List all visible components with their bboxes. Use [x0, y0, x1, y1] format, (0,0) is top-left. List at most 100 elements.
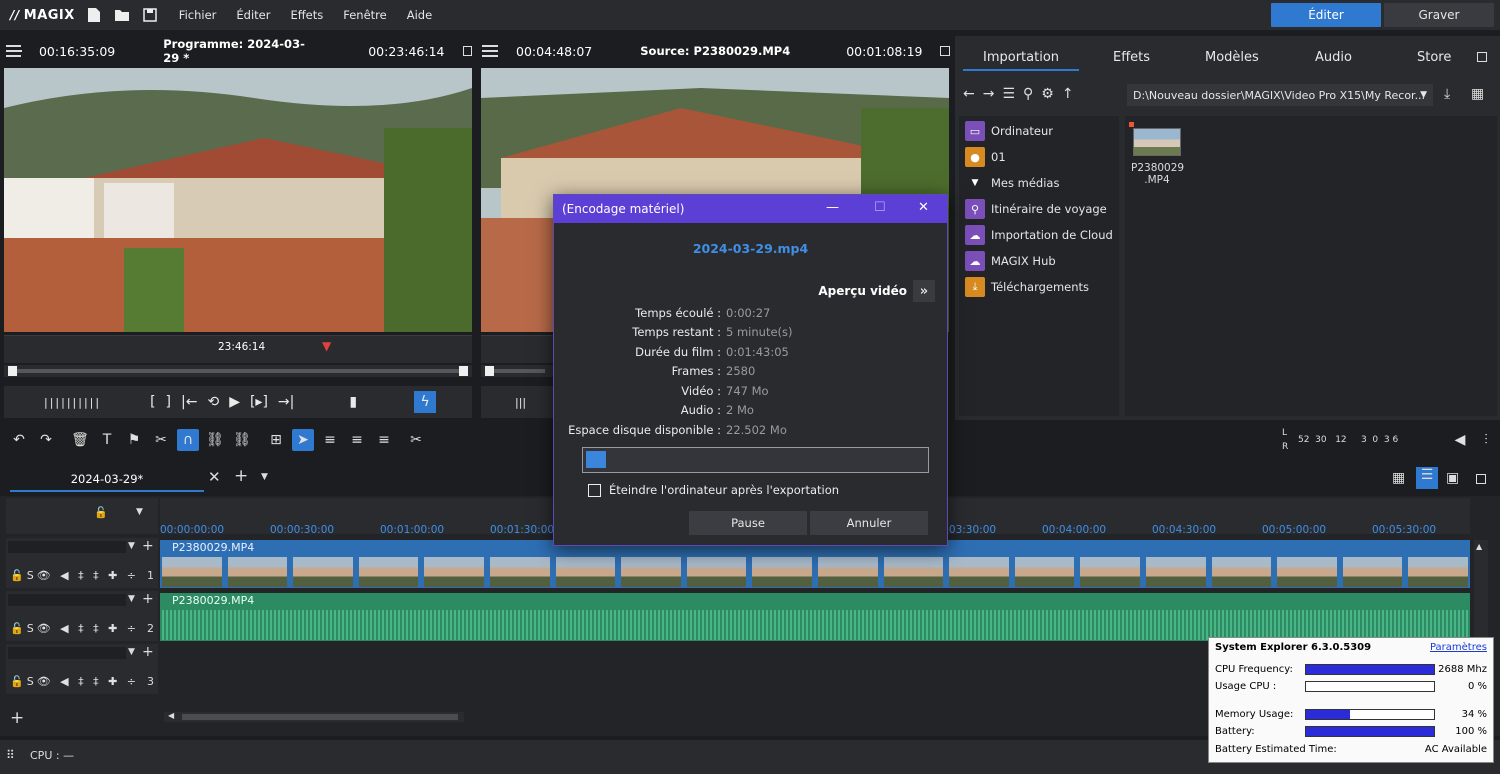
- chevron-down-icon[interactable]: ▼: [128, 541, 135, 551]
- play-icon[interactable]: ▶: [229, 394, 240, 410]
- cancel-button[interactable]: Annuler: [810, 511, 928, 535]
- program-ruler[interactable]: 23:46:14 ▼: [4, 335, 472, 363]
- settings-link[interactable]: Paramètres: [1430, 642, 1487, 653]
- marker-flag-icon[interactable]: ⚑: [123, 429, 145, 451]
- track-header-3[interactable]: ▼ + 🔓S👁 ◀ ‡ ‡ ✚ ÷ 3: [6, 644, 158, 694]
- add-tab-icon[interactable]: +: [234, 466, 248, 486]
- tree-item-telechargements[interactable]: ⤓ Téléchargements: [965, 276, 1089, 298]
- tree-item-ordinateur[interactable]: ▭ Ordinateur: [965, 120, 1053, 142]
- delete-icon[interactable]: 🗑: [69, 429, 91, 451]
- redo-icon[interactable]: ↷: [35, 429, 57, 451]
- tab-modeles[interactable]: Modèles: [1205, 50, 1259, 65]
- menu-aide[interactable]: Aide: [407, 8, 432, 22]
- source-ruler[interactable]: [481, 335, 553, 363]
- import-icon[interactable]: ⤓: [1444, 86, 1450, 102]
- shutdown-checkbox[interactable]: Éteindre l'ordinateur après l'exportatio…: [588, 483, 839, 497]
- tree-item-cloud-import[interactable]: ☁ Importation de Cloud: [965, 224, 1113, 246]
- tree-item-itineraire[interactable]: ⚲ Itinéraire de voyage: [965, 198, 1107, 220]
- storyboard-view-icon[interactable]: ▦: [1392, 470, 1405, 486]
- tree-item-magix-hub[interactable]: ☁ MAGIX Hub: [965, 250, 1056, 272]
- lock-icon[interactable]: 🔓: [94, 506, 108, 519]
- open-folder-icon[interactable]: [113, 6, 131, 24]
- split-icon[interactable]: ▮: [349, 394, 357, 410]
- mode-icon-2[interactable]: ≡: [346, 429, 368, 451]
- expand-icon[interactable]: »: [913, 280, 935, 302]
- video-preview-toggle[interactable]: Aperçu vidéo »: [818, 280, 935, 302]
- menu-editer[interactable]: Éditer: [236, 8, 270, 22]
- close-icon[interactable]: ✕: [918, 200, 929, 215]
- tab-effets[interactable]: Effets: [1113, 50, 1150, 65]
- add-icon[interactable]: +: [142, 644, 154, 660]
- maximize-icon[interactable]: [1476, 474, 1486, 484]
- cut-icon[interactable]: ✂: [150, 429, 172, 451]
- magnet-icon[interactable]: ∩: [177, 429, 199, 451]
- track-header-2[interactable]: ▼ + 🔓S👁 ◀ ‡ ‡ ✚ ÷ 2: [6, 591, 158, 641]
- go-to-in-icon[interactable]: |←: [181, 394, 197, 410]
- unlink-icon[interactable]: ⛓: [231, 429, 253, 451]
- trim-icon[interactable]: ✂: [405, 429, 427, 451]
- tab-importation[interactable]: Importation: [962, 50, 1080, 71]
- next-frame-icon[interactable]: [▸]: [250, 394, 268, 410]
- checkbox-icon[interactable]: [588, 483, 601, 497]
- mixer-icon[interactable]: ⫶: [1475, 429, 1497, 451]
- add-track-icon[interactable]: +: [10, 708, 24, 728]
- path-dropdown[interactable]: D:\Nouveau dossier\MAGIX\Video Pro X15\M…: [1127, 84, 1433, 106]
- text-icon[interactable]: T: [96, 429, 118, 451]
- add-icon[interactable]: +: [142, 591, 154, 607]
- jog-wheel-icon[interactable]: ||||||||||: [44, 396, 101, 409]
- scene-view-icon[interactable]: ▣: [1446, 470, 1459, 486]
- mark-in-icon[interactable]: [: [150, 394, 155, 410]
- file-thumbnail[interactable]: [1133, 128, 1181, 156]
- volume-icon[interactable]: ◀: [1449, 429, 1471, 451]
- new-file-icon[interactable]: [85, 6, 103, 24]
- video-clip[interactable]: P2380029.MP4: [160, 540, 1470, 588]
- undo-icon[interactable]: ↶: [8, 429, 30, 451]
- tree-item-01[interactable]: ● 01: [965, 146, 1006, 168]
- lightning-icon[interactable]: ϟ: [414, 391, 437, 413]
- chevron-down-icon[interactable]: ▼: [261, 472, 268, 482]
- mark-out-icon[interactable]: ]: [166, 394, 171, 410]
- insert-icon[interactable]: ⊞: [265, 429, 287, 451]
- file-name[interactable]: P2380029 .MP4: [1131, 162, 1184, 186]
- audio-clip[interactable]: P2380029.MP4: [160, 593, 1470, 641]
- vertical-scrollbar[interactable]: ▲: [1474, 540, 1488, 640]
- source-scrubber[interactable]: [481, 365, 553, 377]
- chevron-up-icon[interactable]: ▲: [1476, 542, 1482, 551]
- menu-fenetre[interactable]: Fenêtre: [343, 8, 386, 22]
- tab-audio[interactable]: Audio: [1315, 50, 1352, 65]
- go-to-out-icon[interactable]: →|: [278, 394, 294, 410]
- tab-store[interactable]: Store: [1417, 50, 1451, 65]
- jog-wheel-icon[interactable]: |||: [515, 396, 526, 409]
- search-icon[interactable]: ⚲: [1023, 86, 1033, 102]
- close-icon[interactable]: ✕: [208, 468, 221, 486]
- grid-view-icon[interactable]: ▦: [1471, 86, 1484, 102]
- link-icon[interactable]: ⛓: [204, 429, 226, 451]
- maximize-icon[interactable]: [462, 46, 472, 56]
- save-icon[interactable]: [141, 6, 159, 24]
- burn-mode-button[interactable]: Graver: [1384, 3, 1494, 27]
- mode-icon-3[interactable]: ≡: [373, 429, 395, 451]
- tree-item-mes-medias[interactable]: ▼ Mes médias: [965, 172, 1060, 194]
- loop-icon[interactable]: ⟲: [207, 394, 219, 410]
- menu-icon[interactable]: [6, 45, 22, 57]
- mode-icon-1[interactable]: ≡: [319, 429, 341, 451]
- back-icon[interactable]: ←: [963, 86, 975, 102]
- menu-icon[interactable]: [482, 45, 498, 57]
- up-folder-icon[interactable]: ↑: [1062, 86, 1074, 102]
- playhead-marker-icon[interactable]: ▼: [322, 339, 331, 353]
- maximize-icon[interactable]: [940, 46, 951, 56]
- maximize-icon[interactable]: [1477, 52, 1487, 62]
- forward-icon[interactable]: →: [983, 86, 995, 102]
- project-tab[interactable]: 2024-03-29*: [10, 470, 204, 492]
- minimize-icon[interactable]: —: [826, 200, 839, 215]
- chevron-down-icon[interactable]: ▼: [136, 507, 143, 517]
- menu-fichier[interactable]: Fichier: [179, 8, 217, 22]
- add-icon[interactable]: +: [142, 538, 154, 554]
- chevron-down-icon[interactable]: ▼: [128, 647, 135, 657]
- menu-effets[interactable]: Effets: [290, 8, 323, 22]
- chevron-left-icon[interactable]: ◀: [168, 711, 174, 720]
- edit-mode-button[interactable]: Éditer: [1271, 3, 1381, 27]
- chevron-down-icon[interactable]: ▼: [128, 594, 135, 604]
- track-header-1[interactable]: ▼ + 🔓S👁 ◀ ‡ ‡ ✚ ÷ 1: [6, 538, 158, 588]
- pause-button[interactable]: Pause: [689, 511, 807, 535]
